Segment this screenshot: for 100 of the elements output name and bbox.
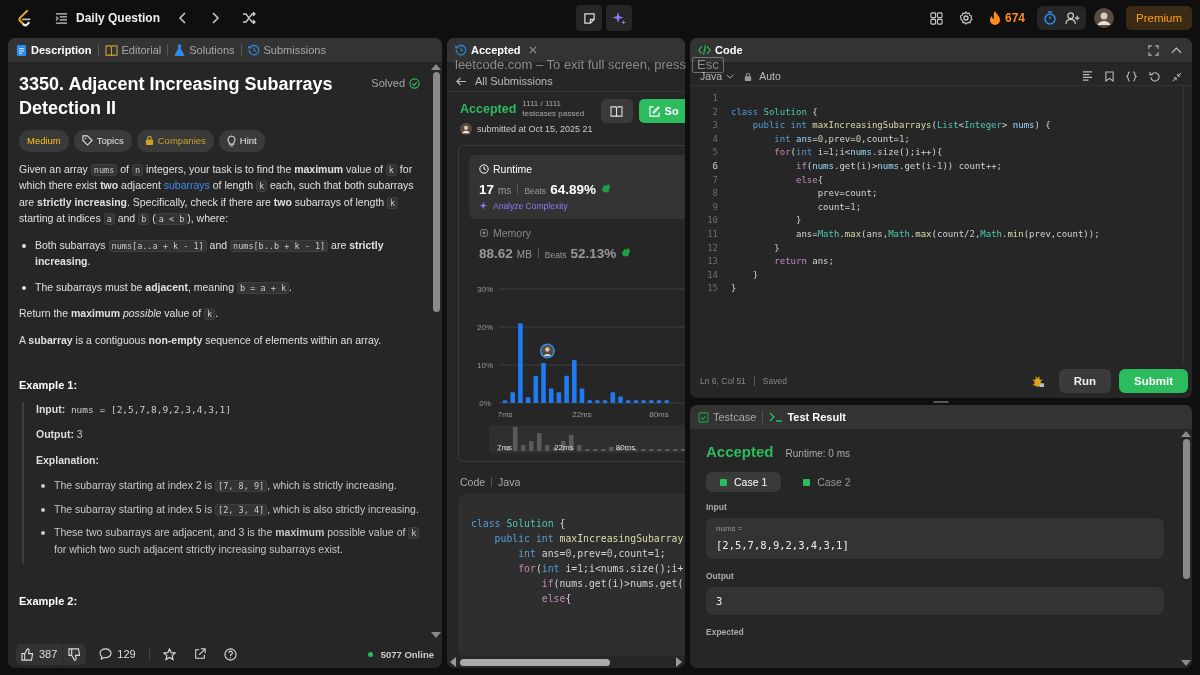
code-line: class Solution { — [471, 517, 567, 531]
code-line: else{ — [795, 173, 824, 187]
close-icon[interactable] — [528, 46, 537, 54]
chip-icon — [479, 228, 489, 238]
metric-card[interactable]: Memory 88.62 MB Beats 52.13% — [469, 219, 685, 269]
back-link[interactable]: All Submissions — [456, 75, 553, 87]
tag-button[interactable]: Topics — [73, 130, 132, 152]
code-line: public int maxIncreasingSubarray — [493, 532, 685, 546]
code-line: } — [773, 241, 780, 255]
streak-button[interactable]: 674 — [984, 8, 1029, 28]
subarray-link[interactable]: subarrays — [163, 179, 210, 191]
code-line: int ans=0,prev=0,count=1; — [773, 132, 910, 146]
axis-label: 20% — [477, 323, 493, 332]
check-square-icon — [720, 478, 727, 486]
problem-title: 3350. Adjacent Increasing Subarrays Detection II — [19, 73, 334, 120]
range-overview[interactable]: 7ms 22ms 80ms — [489, 425, 685, 453]
example-heading: Example 2: — [19, 594, 79, 609]
list-icon — [55, 12, 68, 24]
braces-icon[interactable] — [1126, 71, 1137, 82]
add-user-icon — [1065, 11, 1080, 25]
input-label: Input — [706, 502, 727, 512]
panel-tab[interactable]: Accepted — [455, 44, 521, 56]
code-label: Code — [460, 476, 486, 488]
overview-label: 7ms — [497, 443, 513, 452]
metric-unit: MB — [516, 249, 532, 260]
line-number: 12 — [706, 241, 718, 255]
bullet-text: The subarray starting at index 2 is [7, 8, 9] , which is strictly increasing. — [54, 478, 397, 494]
premium-button[interactable]: Premium — [1126, 6, 1192, 30]
case-tab[interactable]: Case 2 — [789, 472, 865, 492]
run-button[interactable]: Run — [1058, 369, 1111, 393]
panel-tab[interactable]: Test Result — [769, 411, 846, 423]
note-button[interactable] — [576, 5, 602, 31]
axis-label: 10% — [477, 361, 493, 370]
panel-tab[interactable]: Editorial — [104, 44, 162, 56]
fullscreen-icon[interactable] — [1148, 44, 1159, 56]
case-tab[interactable]: Case 1 — [706, 472, 782, 492]
tag-button[interactable]: Hint — [218, 130, 265, 152]
line-number: 6 — [711, 159, 718, 173]
panel-tab[interactable]: Description — [16, 43, 92, 57]
lock-icon — [144, 135, 154, 147]
code-line: class Solution { — [731, 105, 818, 119]
bug-icon[interactable] — [1031, 374, 1045, 388]
overview-label: 80ms — [615, 443, 636, 452]
bulb-icon — [226, 134, 236, 147]
verdict-text: Accepted — [706, 443, 774, 460]
panel-tab[interactable]: Submissions — [247, 44, 326, 56]
caret-icon — [726, 73, 735, 79]
line-number: 1 — [711, 92, 718, 105]
shuffle-icon — [242, 12, 257, 24]
example-line: Explanation: — [36, 452, 100, 468]
mode-label: Auto — [759, 70, 781, 82]
paragraph: A subarray is a contiguous non-empty sequence of elements within an array. — [19, 332, 383, 348]
axis-label: 22ms — [572, 410, 592, 419]
panel-tab[interactable]: Code — [698, 44, 743, 56]
code-line: return ans; — [773, 255, 834, 269]
line-number: 3 — [711, 119, 718, 133]
book-icon — [104, 44, 118, 56]
fullscreen-notice: leetcode.com – To exit full screen, press — [455, 58, 686, 72]
panel-tab[interactable]: Solutions — [174, 43, 235, 57]
line-number: 11 — [706, 227, 718, 241]
example-heading: Example 1: — [19, 378, 79, 393]
metric-unit: ms — [498, 185, 512, 196]
editorial-button[interactable] — [600, 99, 633, 123]
edit-icon — [648, 105, 660, 117]
sparkle-icon — [479, 201, 489, 211]
online-count: 5077 Online — [380, 648, 434, 660]
metric-card[interactable]: Runtime 17 ms Beats 64.89% Analyze Complexity — [469, 155, 685, 219]
comments-button[interactable]: 129 — [94, 644, 141, 664]
collapse-icon[interactable] — [1171, 46, 1182, 54]
line-number: 2 — [711, 105, 718, 119]
tag-button[interactable]: Medium — [19, 130, 69, 152]
flame-icon — [988, 11, 1001, 25]
panel-tab[interactable]: Testcase — [698, 411, 757, 423]
passed-count: 1111 / 1111 — [522, 99, 562, 109]
code-line: } — [751, 268, 759, 282]
logo-icon[interactable] — [16, 8, 33, 28]
metric-value: 17 — [479, 182, 495, 197]
code-line: public int maxIncreasingSubarrays(List<Integer> nums) { — [751, 119, 1051, 133]
timer-icon — [1043, 11, 1057, 25]
check-square-icon — [803, 478, 811, 486]
reset-icon[interactable] — [1149, 71, 1160, 82]
axis-label: 7ms — [497, 410, 513, 419]
metric-label: Memory — [493, 227, 531, 239]
code-line: else{ — [540, 592, 573, 606]
bookmark-icon[interactable] — [1105, 71, 1114, 82]
tag-button[interactable]: Companies — [136, 130, 214, 152]
analyze-complexity-link[interactable]: Analyze Complexity — [479, 201, 568, 211]
settings-icon — [958, 11, 973, 25]
sparkle-button[interactable] — [606, 5, 632, 31]
language-dropdown[interactable]: Java — [700, 70, 735, 82]
line-number: 10 — [706, 214, 718, 228]
parameter-name: nums = — [716, 524, 744, 533]
avatar-marker — [539, 343, 555, 359]
format-icon[interactable] — [1082, 71, 1093, 82]
avatar[interactable] — [1094, 8, 1114, 28]
problem-list-button[interactable]: Daily Question — [55, 11, 161, 25]
flask-icon — [174, 43, 186, 57]
shrink-icon[interactable] — [1172, 72, 1182, 82]
history-icon — [455, 44, 467, 56]
verdict-text: Accepted — [460, 102, 517, 116]
